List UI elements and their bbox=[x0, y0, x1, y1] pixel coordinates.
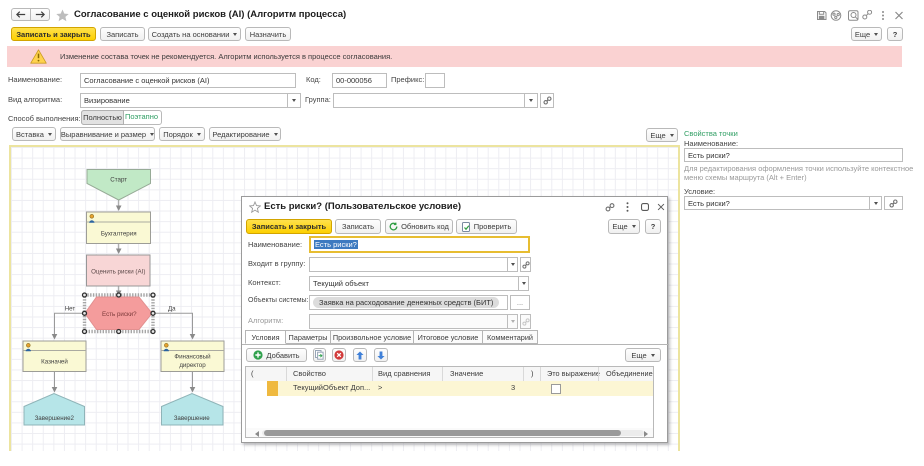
svg-text:Старт: Старт bbox=[110, 177, 127, 184]
svg-text:Завершение2: Завершение2 bbox=[35, 415, 75, 422]
svg-text:Есть риски?: Есть риски? bbox=[102, 311, 137, 318]
svg-text:Финансовый: Финансовый bbox=[174, 354, 211, 361]
svg-text:Оценить риски (AI): Оценить риски (AI) bbox=[91, 269, 145, 276]
svg-text:Казначей: Казначей bbox=[41, 359, 68, 366]
svg-text:Завершение: Завершение bbox=[174, 415, 211, 422]
svg-text:Бухгалтерия: Бухгалтерия bbox=[101, 231, 137, 238]
svg-text:Нет: Нет bbox=[65, 306, 76, 313]
svg-text:директор: директор bbox=[179, 362, 206, 369]
svg-text:Да: Да bbox=[168, 306, 176, 313]
